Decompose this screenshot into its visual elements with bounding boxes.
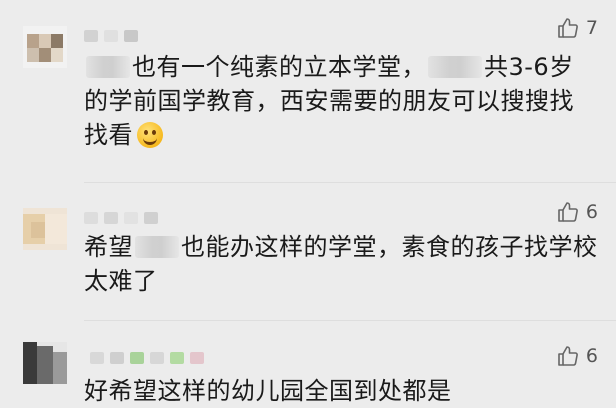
redacted-name — [135, 236, 179, 258]
like-button[interactable]: 6 — [556, 344, 598, 368]
thumbs-up-icon — [558, 346, 578, 366]
avatar[interactable] — [23, 342, 67, 384]
username-redacted[interactable] — [90, 352, 204, 364]
like-count: 7 — [585, 17, 598, 39]
comment-item: 7 也有一个纯素的立本学堂， 共3-6岁的学前国学教育，西安需要的朋友可以搜搜找找… — [0, 0, 616, 170]
comment-text: 好希望这样的幼儿园全国到处都是 — [84, 377, 452, 405]
like-button[interactable]: 7 — [556, 16, 598, 40]
avatar[interactable] — [23, 208, 67, 250]
redacted-name — [86, 56, 130, 78]
like-count: 6 — [585, 345, 598, 367]
thumbs-up-icon — [558, 18, 578, 38]
username-redacted[interactable] — [84, 30, 138, 42]
thumbs-up-icon — [558, 202, 578, 222]
divider — [84, 320, 616, 321]
avatar[interactable] — [23, 26, 67, 68]
comment-text: 希望 也能办这样的学堂，素食的孩子找学校太难了 — [84, 233, 598, 295]
like-button[interactable]: 6 — [556, 200, 598, 224]
redacted-text — [428, 56, 482, 78]
smiley-emoji-icon — [137, 122, 163, 148]
username-redacted[interactable] — [84, 212, 158, 224]
comment-text: 也有一个纯素的立本学堂， 共3-6岁的学前国学教育，西安需要的朋友可以搜搜找找看 — [84, 53, 574, 149]
comment-item: 6 好希望这样的幼儿园全国到处都是 — [0, 330, 616, 405]
comment-item: 6 希望 也能办这样的学堂，素食的孩子找学校太难了 — [0, 190, 616, 320]
like-count: 6 — [585, 201, 598, 223]
divider — [84, 182, 616, 183]
